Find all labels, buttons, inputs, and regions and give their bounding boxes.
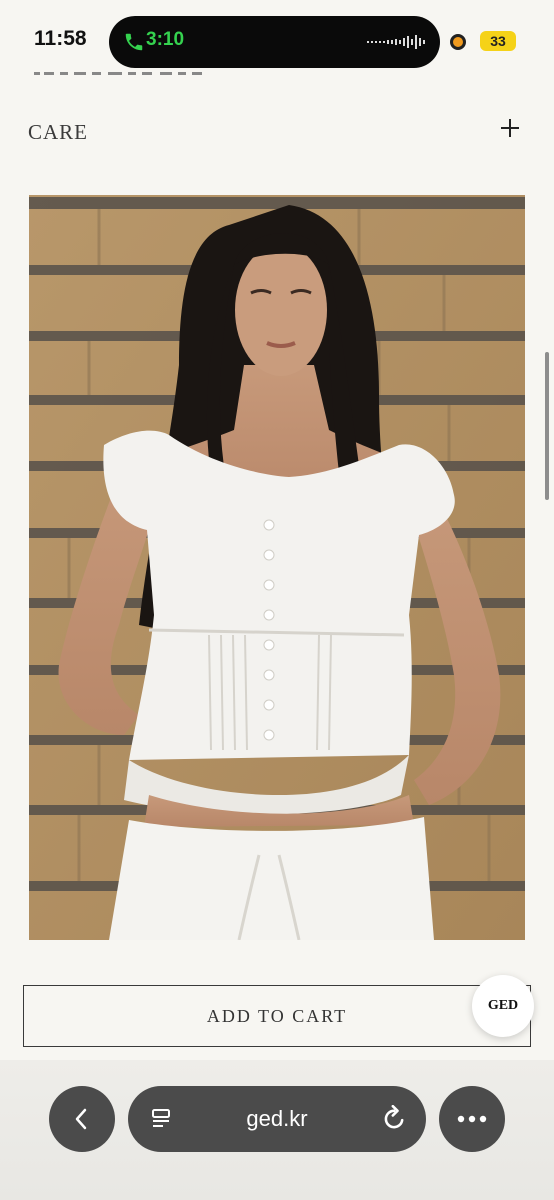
product-image [29,195,525,940]
more-icon [457,1115,487,1123]
phone-icon [125,33,143,51]
plus-icon[interactable] [500,118,520,138]
address-bar[interactable]: ged.kr [128,1086,426,1152]
care-accordion[interactable]: CARE [28,110,524,154]
chevron-left-icon [75,1108,87,1130]
status-bar: 11:58 3:10 33 [0,0,554,80]
recording-dot-icon [450,34,466,50]
brand-badge-button[interactable]: GED [472,975,534,1037]
cut-off-text [32,72,232,84]
dynamic-island[interactable]: 3:10 [109,16,440,68]
care-label: CARE [28,120,89,144]
more-button[interactable] [439,1086,505,1152]
back-button[interactable] [49,1086,115,1152]
status-time: 11:58 [34,27,87,50]
waveform-icon [367,35,425,49]
call-timer: 3:10 [146,29,185,50]
page-scrollbar[interactable] [545,352,549,500]
battery-icon: 33 [480,31,516,51]
reload-icon[interactable] [380,1105,408,1133]
product-photo[interactable] [29,195,525,940]
add-to-cart-button[interactable]: ADD TO CART [23,985,531,1047]
browser-toolbar: ged.kr [0,1060,554,1200]
